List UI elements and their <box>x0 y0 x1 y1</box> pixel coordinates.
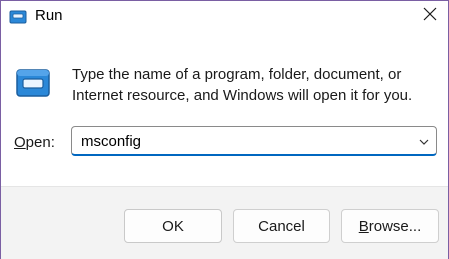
run-icon <box>9 8 27 26</box>
run-dialog: Run Type the name of a program, folder, … <box>0 0 449 259</box>
open-input[interactable]: msconfig <box>81 133 141 150</box>
close-icon <box>423 7 437 26</box>
browse-button[interactable]: Browse... <box>341 209 439 243</box>
description-text: Type the name of a program, folder, docu… <box>72 66 413 104</box>
title-bar[interactable]: Run <box>1 1 448 33</box>
button-bar: OK Cancel Browse... <box>1 186 448 259</box>
cancel-button[interactable]: Cancel <box>233 209 330 243</box>
browse-mnemonic: B <box>358 217 369 235</box>
open-label-rest: pen: <box>25 134 55 151</box>
window-title: Run <box>35 7 63 24</box>
ok-button[interactable]: OK <box>124 209 222 243</box>
chevron-down-icon[interactable] <box>418 135 430 147</box>
open-label-mnemonic: O <box>14 134 26 151</box>
run-icon <box>15 68 51 98</box>
browse-label-rest: rowse... <box>368 217 422 235</box>
open-label: Open: <box>14 134 55 151</box>
close-button[interactable] <box>414 1 446 31</box>
open-combobox[interactable]: msconfig <box>71 126 437 156</box>
